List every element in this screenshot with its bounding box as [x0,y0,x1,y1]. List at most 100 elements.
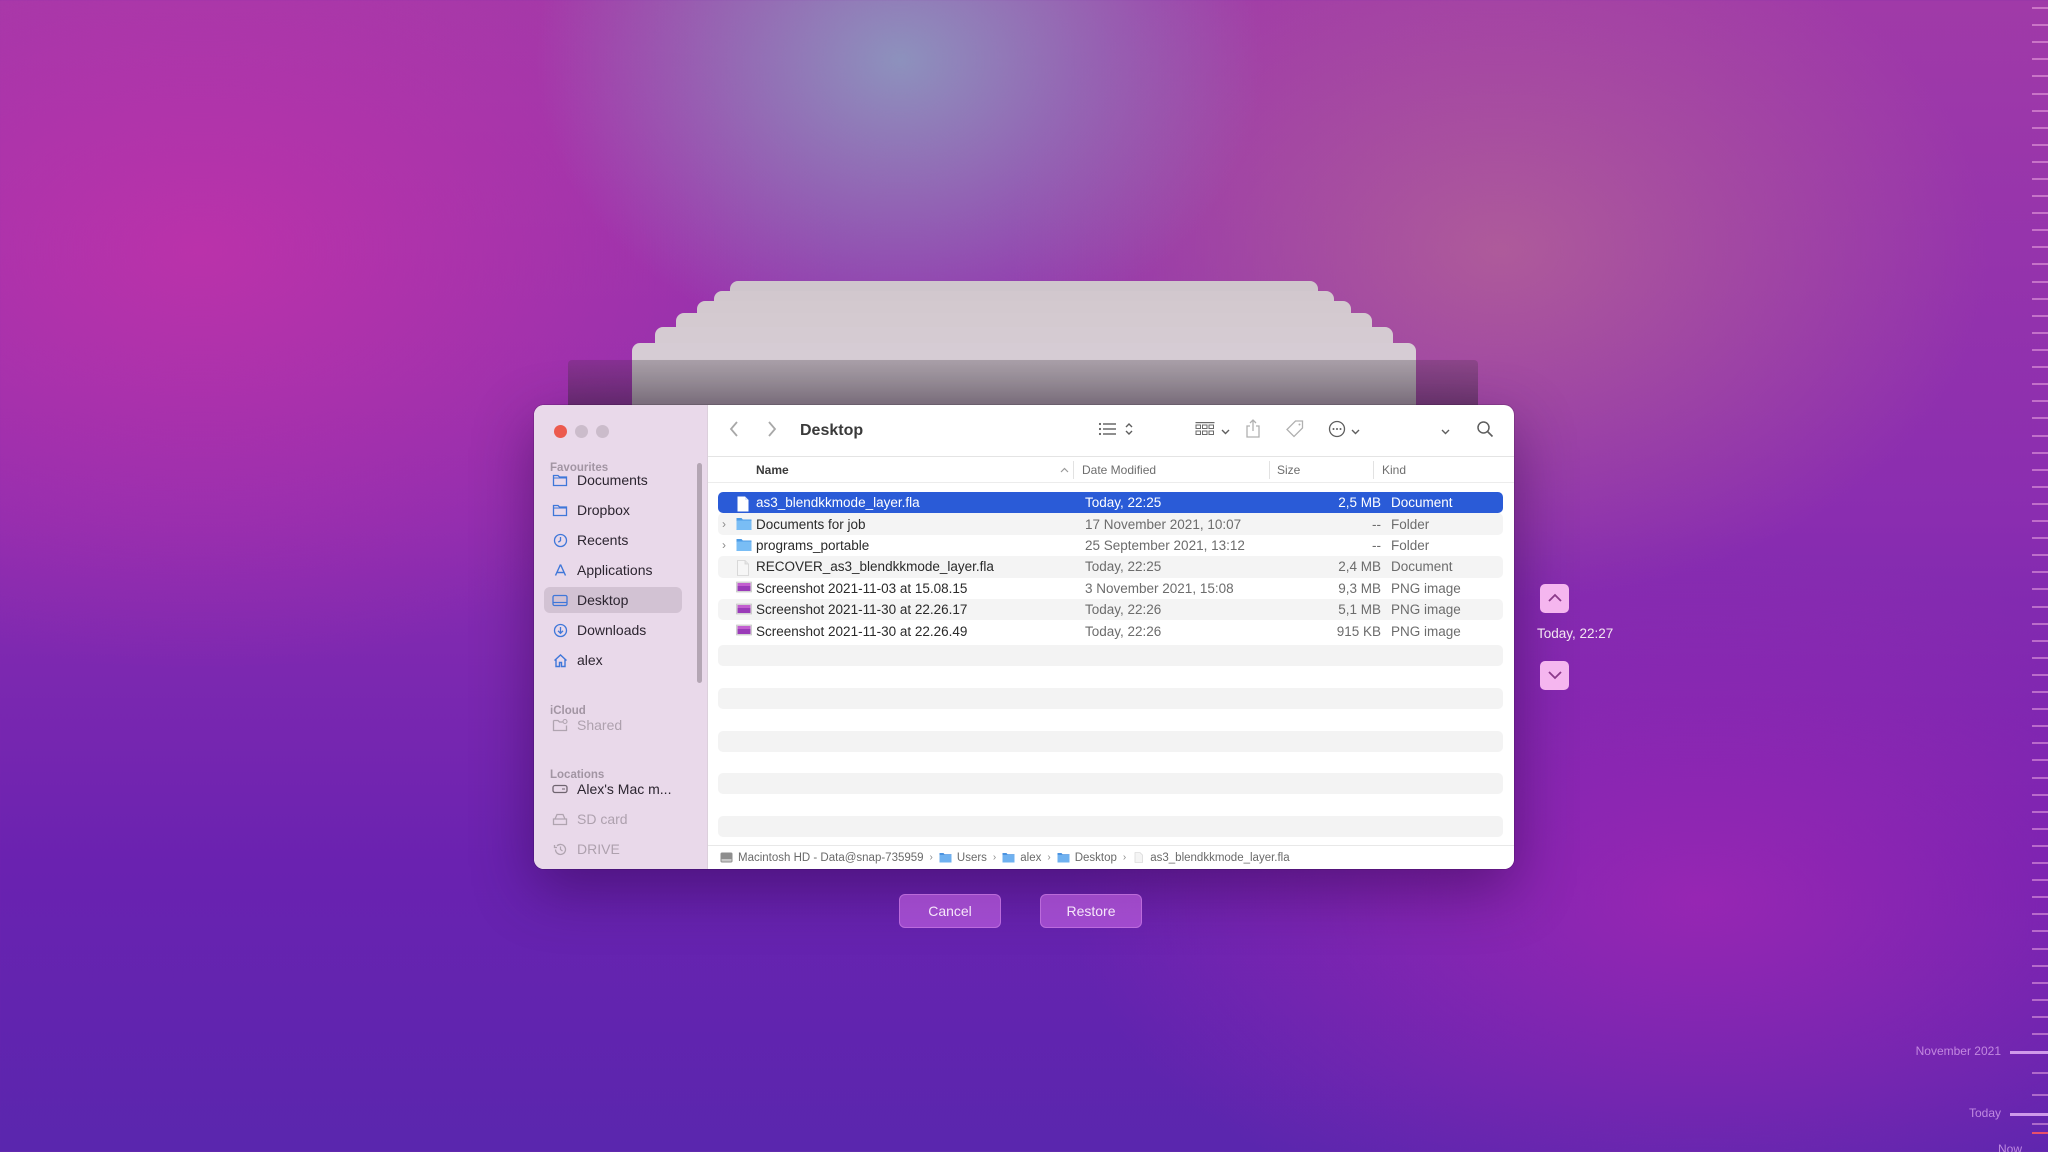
path-item-file[interactable]: as3_blendkkmode_layer.fla [1132,852,1290,864]
sidebar-item-drive[interactable]: DRIVE [544,836,682,862]
timeline-tick[interactable] [2032,452,2048,454]
timeline-tick[interactable] [2032,811,2048,813]
timeline-tick[interactable] [2032,691,2048,693]
sidebar-item-desktop[interactable]: Desktop [544,587,682,613]
path-item-desktop[interactable]: Desktop [1057,852,1117,864]
timeline-tick[interactable] [2032,606,2048,608]
timeline-tick[interactable] [2032,195,2048,197]
sidebar-item-sd-card[interactable]: SD card [544,806,682,832]
timeline-tick[interactable] [2032,332,2048,334]
sidebar-item-mac[interactable]: Alex's Mac m... [544,776,682,802]
timeline-tick[interactable] [2032,246,2048,248]
file-row[interactable]: › programs_portable 25 September 2021, 13:… [718,535,1503,556]
timeline-tick[interactable] [2032,298,2048,300]
minimize-button[interactable] [575,425,588,438]
timeline-tick[interactable] [2032,930,2048,932]
tag-button[interactable] [1285,405,1305,457]
timeline-tick[interactable] [2032,520,2048,522]
sidebar-item-alex[interactable]: alex [544,647,682,673]
timeline-tick[interactable] [2032,469,2048,471]
timeline-tick[interactable] [2032,75,2048,77]
column-divider[interactable] [1073,461,1074,479]
file-row[interactable]: › Documents for job 17 November 2021, 10:0… [718,513,1503,535]
timeline-tick[interactable] [2032,640,2048,642]
timeline-tick[interactable] [2032,674,2048,676]
timeline-tick[interactable] [2032,263,2048,265]
timeline-tick[interactable] [2032,948,2048,950]
back-button[interactable] [728,405,740,457]
timeline-tick[interactable] [2032,400,2048,402]
timeline-tick[interactable] [2032,383,2048,385]
timeline-tick[interactable] [2032,178,2048,180]
disclosure-triangle-icon[interactable]: › [722,517,732,531]
timeline-tick[interactable] [2032,366,2048,368]
timeline-tick[interactable] [2032,999,2048,1001]
timeline-tick[interactable] [2032,281,2048,283]
timeline-tick[interactable] [2032,93,2048,95]
column-divider[interactable] [1269,461,1270,479]
timeline-tick[interactable] [2032,571,2048,573]
timeline-tick[interactable] [2032,417,2048,419]
path-item-volume[interactable]: Macintosh HD - Data@snap-735959 [720,852,924,864]
restore-button[interactable]: Restore [1040,894,1142,928]
next-snapshot-button[interactable] [1540,661,1569,690]
maximize-button[interactable] [596,425,609,438]
column-name[interactable]: Name [756,457,789,483]
file-row[interactable]: RECOVER_as3_blendkkmode_layer.fla Today, … [718,556,1503,578]
timeline-tick[interactable] [2032,24,2048,26]
timeline[interactable] [2018,0,2048,1152]
forward-button[interactable] [766,405,778,457]
disclosure-triangle-icon[interactable]: › [722,538,732,552]
timeline-tick[interactable] [2032,913,2048,915]
search-button[interactable] [1476,405,1494,457]
timeline-tick[interactable] [2032,845,2048,847]
timeline-tick[interactable] [2032,161,2048,163]
timeline-tick[interactable] [2032,127,2048,129]
sort-ascending-icon[interactable] [1060,457,1069,483]
group-button[interactable] [1195,405,1230,457]
timeline-label-today[interactable]: Today [1969,1106,2001,1120]
view-options-button[interactable] [1098,405,1134,457]
previous-snapshot-button[interactable] [1540,584,1569,613]
sidebar-item-recents[interactable]: Recents [544,527,682,553]
timeline-tick[interactable] [2032,212,2048,214]
file-row[interactable]: Screenshot 2021-11-30 at 22.26.49 Today, … [718,620,1503,641]
sidebar-item-downloads[interactable]: Downloads [544,617,682,643]
file-row[interactable]: as3_blendkkmode_layer.fla Today, 22:25 2,5… [718,492,1503,514]
column-date-modified[interactable]: Date Modified [1082,457,1156,483]
sidebar-item-documents[interactable]: Documents [544,467,682,493]
file-row[interactable]: Screenshot 2021-11-03 at 15.08.15 3 Novem… [718,578,1503,599]
cancel-button[interactable]: Cancel [899,894,1001,928]
timeline-tick[interactable] [2032,1072,2048,1074]
timeline-tick[interactable] [2032,623,2048,625]
timeline-tick[interactable] [2032,1016,2048,1018]
path-item-alex[interactable]: alex [1002,852,1041,864]
share-button[interactable] [1245,405,1261,457]
timeline-tick[interactable] [2032,58,2048,60]
path-item-users[interactable]: Users [939,852,987,864]
timeline-label-now[interactable]: Now [1998,1142,2022,1152]
timeline-tick[interactable] [2032,862,2048,864]
column-size[interactable]: Size [1277,457,1300,483]
timeline-tick[interactable] [2032,144,2048,146]
timeline-tick[interactable] [2032,708,2048,710]
timeline-tick[interactable] [2032,1094,2048,1096]
sidebar-item-applications[interactable]: Applications [544,557,682,583]
timeline-tick[interactable] [2032,725,2048,727]
column-kind[interactable]: Kind [1382,457,1406,483]
timeline-tick[interactable] [2032,110,2048,112]
timeline-label-november[interactable]: November 2021 [1916,1044,2001,1058]
action-menu-button[interactable] [1328,405,1360,457]
timeline-tick[interactable] [2032,777,2048,779]
toolbar-overflow-button[interactable] [1441,405,1450,457]
timeline-tick[interactable] [2032,759,2048,761]
timeline-major-tick[interactable] [2010,1051,2048,1054]
timeline-tick[interactable] [2032,828,2048,830]
timeline-tick[interactable] [2032,7,2048,9]
timeline-tick[interactable] [2032,896,2048,898]
timeline-tick[interactable] [2032,349,2048,351]
column-divider[interactable] [1373,461,1374,479]
timeline-tick[interactable] [2032,1123,2048,1125]
timeline-tick[interactable] [2032,982,2048,984]
close-button[interactable] [554,425,567,438]
